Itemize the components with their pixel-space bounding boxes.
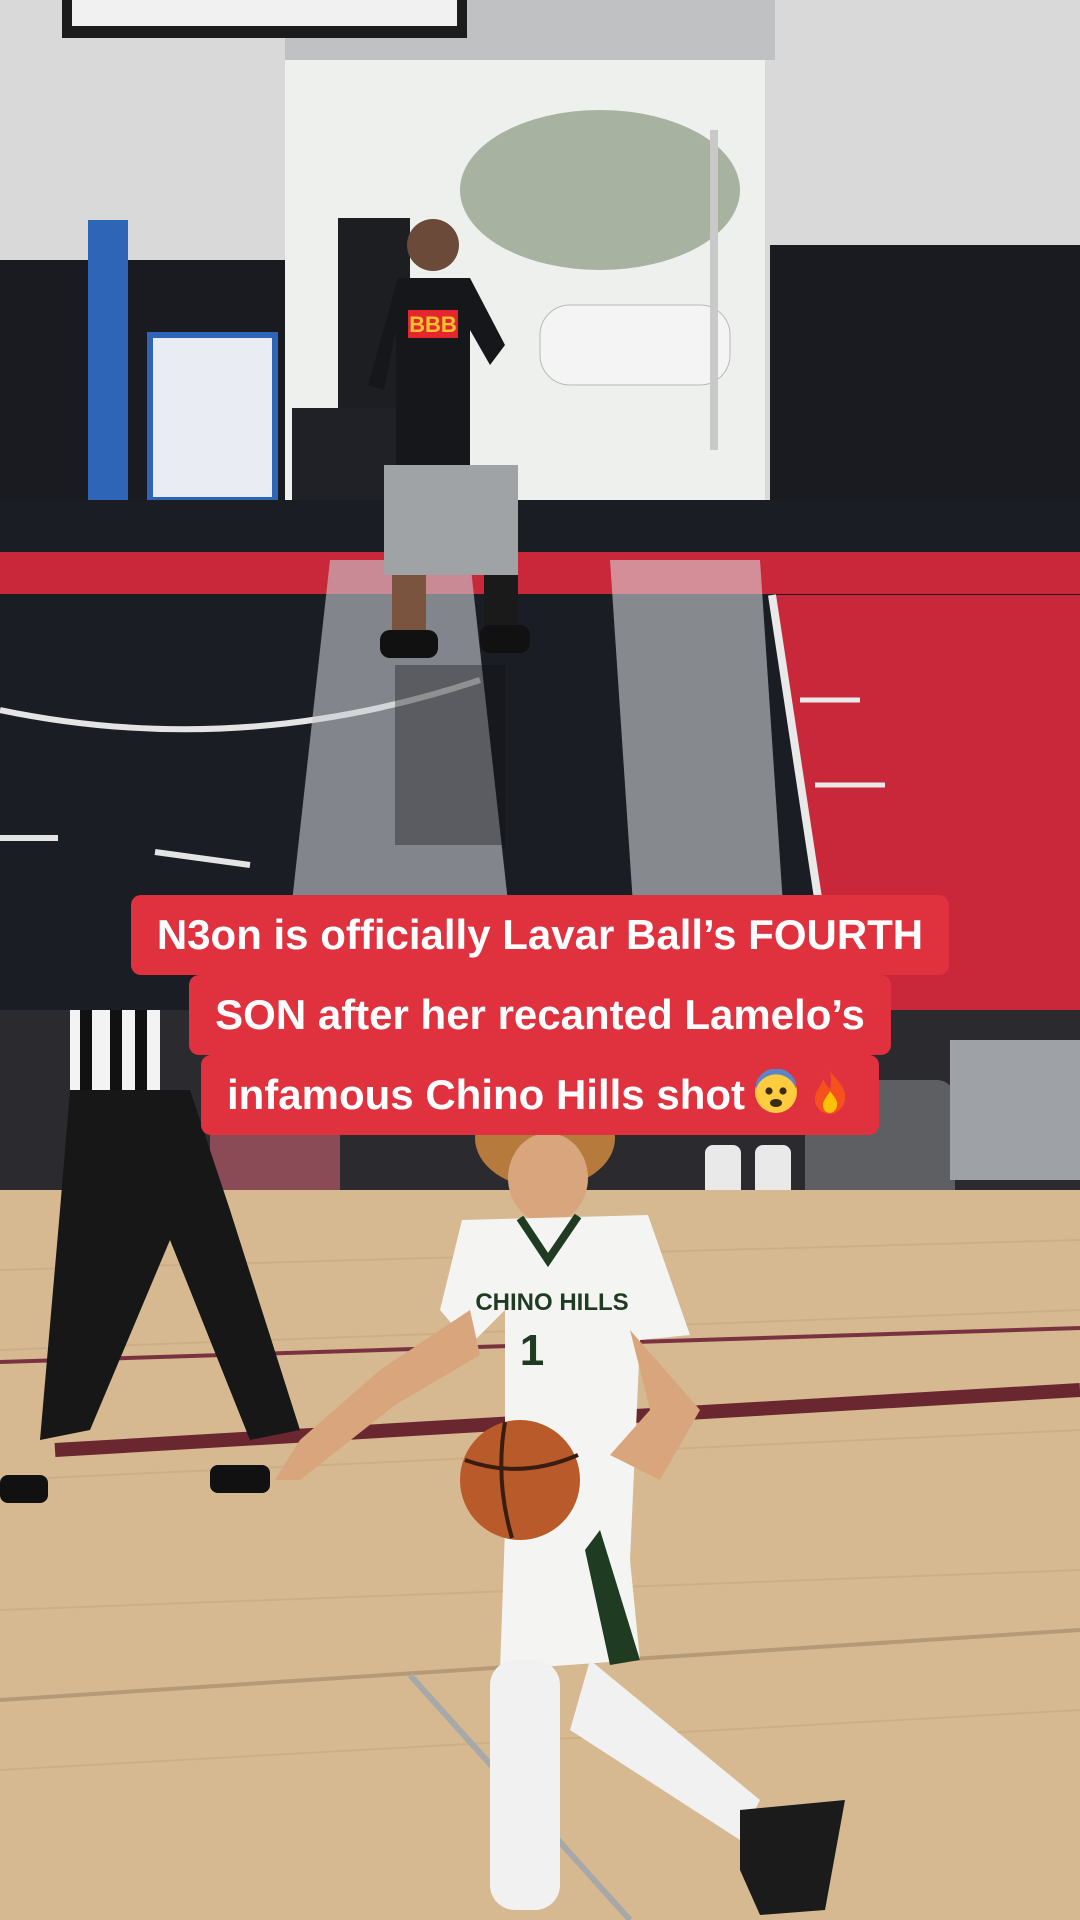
video-frame[interactable]: BBB CHINO HILLS 1 N3on is officially Lav… [0, 0, 1080, 1920]
jersey-number: 1 [520, 1326, 544, 1375]
shooting-machine-frame [88, 220, 128, 510]
caption-line-2: SON after her recanted Lamelo’s [189, 975, 891, 1055]
top-video-clip: BBB [0, 0, 1080, 1010]
bottom-video-clip: CHINO HILLS 1 [0, 1010, 1080, 1920]
caption-row-1: N3on is officially Lavar Ball’s FOURTH [0, 895, 1080, 975]
backboard-glass [72, 0, 457, 26]
person-shorts [384, 465, 518, 575]
fire-emoji-icon [815, 1071, 846, 1114]
wall-padding-right [770, 245, 1080, 500]
gym-scene: BBB [0, 0, 1080, 1010]
tree [460, 110, 740, 270]
caption-line-3: infamous Chino Hills shot [226, 1071, 745, 1118]
shirt-logo-text: BBB [409, 312, 457, 337]
basketball [460, 1420, 580, 1540]
jersey-text: CHINO HILLS [475, 1289, 628, 1316]
caption-line-1: N3on is officially Lavar Ball’s FOURTH [130, 895, 950, 975]
caption-row-3: infamous Chino Hills shot [0, 1055, 1080, 1135]
high-school-game-scene: CHINO HILLS 1 [0, 1010, 1080, 1920]
person-shoe-right [480, 625, 530, 653]
player-leg-sleeve [490, 1660, 560, 1910]
fearful-face-emoji-icon [755, 1069, 797, 1113]
player-face [508, 1133, 588, 1223]
caption-row-2: SON after her recanted Lamelo’s [0, 975, 1080, 1055]
shooting-machine-body [147, 332, 278, 503]
light-pole [710, 130, 718, 450]
floor-lettering-band [0, 552, 1080, 594]
parked-car [539, 304, 731, 386]
person-shoe-left [380, 630, 438, 658]
person-head [407, 219, 459, 271]
caption-overlay: N3on is officially Lavar Ball’s FOURTH S… [0, 895, 1080, 1135]
caption-line-3-box: infamous Chino Hills shot [200, 1055, 879, 1135]
